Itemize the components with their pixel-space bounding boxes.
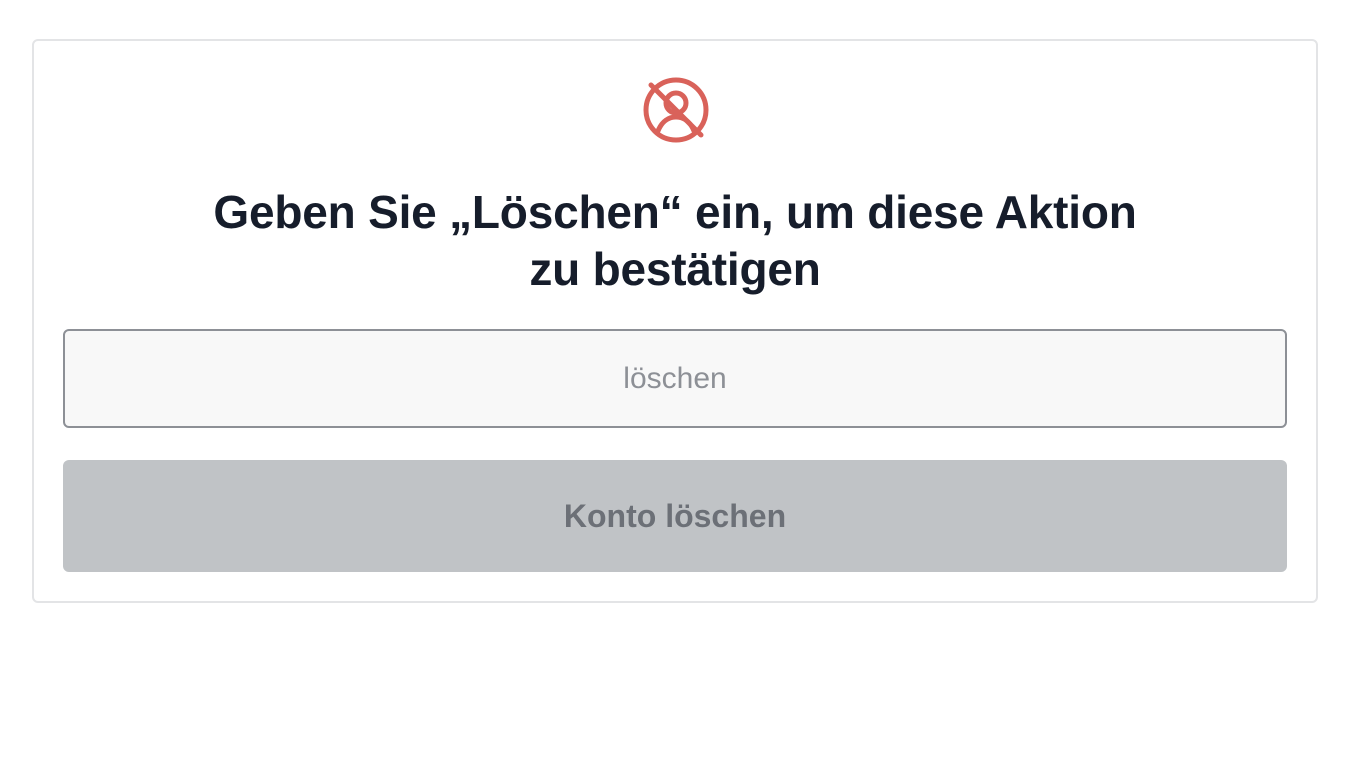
- confirm-title-line-1: Geben Sie „Löschen“ ein, um diese Aktion: [213, 186, 1137, 238]
- confirm-title-line-2: zu bestätigen: [529, 243, 821, 295]
- confirm-delete-input[interactable]: [63, 329, 1287, 428]
- user-off-icon: [641, 75, 711, 145]
- confirm-title: Geben Sie „Löschen“ ein, um diese Aktion…: [32, 184, 1318, 298]
- delete-account-button[interactable]: Konto löschen: [63, 460, 1287, 572]
